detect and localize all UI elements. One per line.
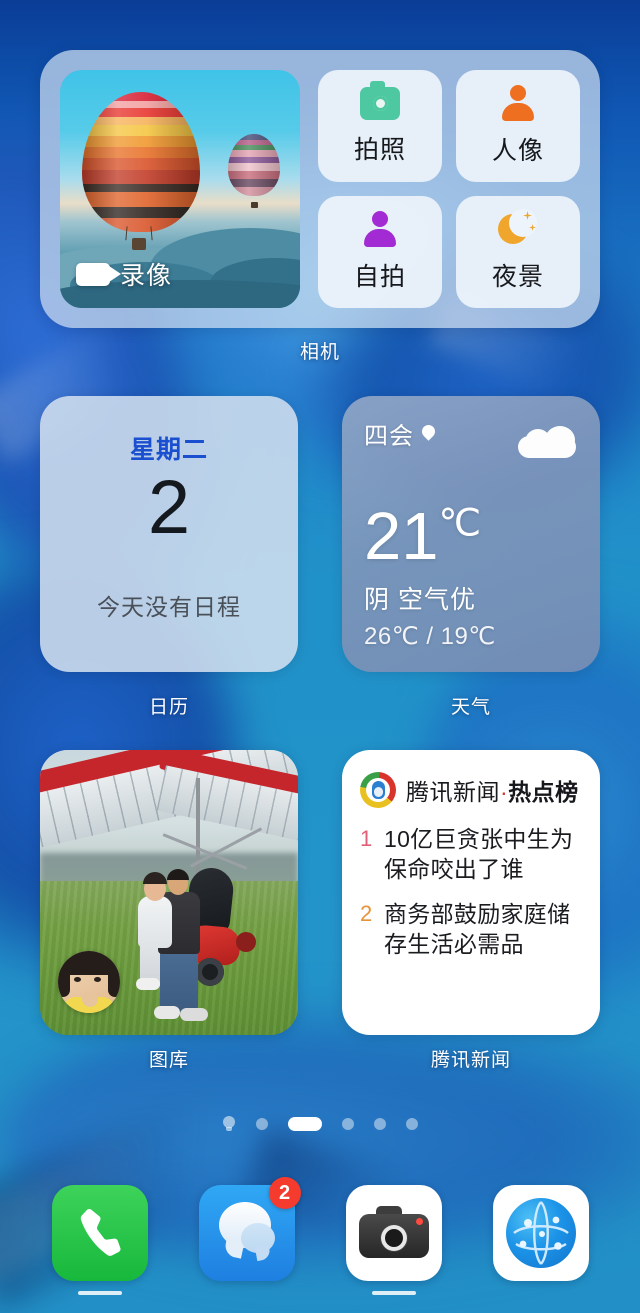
camera-led-icon: [415, 1218, 423, 1225]
weather-widget[interactable]: 四会 21℃ 阴 空气优 26℃ / 19℃: [342, 396, 600, 672]
camera-shortcut-selfie[interactable]: 自拍: [318, 196, 442, 308]
calendar-weekday: 星期二: [129, 436, 208, 464]
person-icon: [499, 85, 537, 121]
dock: 2: [0, 1177, 640, 1295]
home-screen: 录像 拍照 人像 自拍 夜景 相机 星期二 2 今天没有日程 日历 四会 21℃…: [0, 0, 640, 1313]
camera-widget-label: 相机: [299, 342, 340, 363]
balloon-basket: [132, 238, 146, 250]
glider-mast: [196, 778, 200, 883]
globe-icon: [505, 1198, 576, 1268]
video-shortcut-label: 录像: [120, 262, 173, 290]
weather-city: 四会: [364, 423, 414, 450]
news-list-item[interactable]: 1 10亿巨贪张中生为保命咬出了谁: [360, 824, 582, 885]
gallery-widget-label: 图库: [148, 1050, 189, 1071]
dock-app-browser[interactable]: [492, 1185, 589, 1281]
man-jeans: [160, 950, 198, 1012]
news-header: 腾讯新闻·热点榜: [360, 772, 582, 808]
camera-lens-icon: [380, 1225, 407, 1251]
moon-stars-icon: [498, 209, 538, 247]
page-indicator[interactable]: [0, 1116, 640, 1132]
trike-wheel: [196, 958, 224, 986]
tencent-news-logo-icon: [360, 772, 396, 808]
news-title-bold: 热点榜: [508, 779, 579, 805]
gallery-widget[interactable]: [40, 750, 298, 1035]
news-title-main: 腾讯新闻: [406, 779, 500, 805]
dock-app-phone[interactable]: [51, 1185, 148, 1295]
page-dot-active[interactable]: [288, 1117, 322, 1131]
camera-shortcut-grid: 拍照 人像 自拍 夜景: [318, 70, 580, 308]
news-header-title: 腾讯新闻·热点榜: [406, 773, 579, 807]
video-shortcut[interactable]: 录像: [76, 256, 172, 292]
app-open-indicator: [77, 1291, 122, 1295]
calendar-note: 今天没有日程: [97, 594, 241, 620]
browser-app-icon[interactable]: [492, 1185, 589, 1281]
weather-condition: 阴 空气优: [364, 586, 476, 614]
camera-shortcut-night-label: 夜景: [491, 263, 544, 291]
video-camera-icon: [76, 262, 121, 286]
penguin-icon: [372, 781, 385, 799]
phone-app-icon[interactable]: [51, 1185, 148, 1281]
message-bubble-icon: [240, 1223, 275, 1253]
weather-range: 26℃ / 19℃: [364, 623, 496, 650]
trike-wheel: [236, 932, 256, 952]
man-shoe: [180, 1008, 208, 1021]
calendar-widget-label: 日历: [148, 697, 189, 718]
weather-temperature-value: 21: [364, 499, 439, 574]
dock-app-messages[interactable]: 2: [198, 1177, 301, 1281]
camera-widget[interactable]: 录像 拍照 人像 自拍 夜景: [40, 50, 600, 328]
camera-shortcut-photo-label: 拍照: [353, 135, 406, 164]
calendar-date: 2: [147, 465, 191, 550]
calendar-widget[interactable]: 星期二 2 今天没有日程: [40, 396, 298, 672]
phone-handset-icon: [69, 1203, 130, 1264]
news-title-separator: ·: [500, 779, 509, 805]
balloon-basket-small: [251, 202, 258, 208]
page-dot[interactable]: [406, 1118, 418, 1130]
news-list: 1 10亿巨贪张中生为保命咬出了谁 2 商务部鼓励家庭储存生活必需品: [360, 824, 582, 959]
camera-preview-image[interactable]: 录像: [60, 70, 300, 308]
camera-icon: [360, 80, 400, 120]
camera-shortcut-photo[interactable]: 拍照: [318, 70, 442, 182]
man-shoe: [154, 1006, 180, 1019]
news-rank: 1: [360, 826, 373, 851]
weather-temperature-unit: ℃: [438, 502, 482, 545]
camera-shortcut-night[interactable]: 夜景: [456, 196, 580, 308]
news-widget[interactable]: 腾讯新闻·热点榜 1 10亿巨贪张中生为保命咬出了谁 2 商务部鼓励家庭储存生活…: [342, 750, 600, 1035]
news-headline: 商务部鼓励家庭储存生活必需品: [384, 900, 571, 958]
news-rank: 2: [360, 900, 373, 926]
camera-shortcut-portrait-label: 人像: [491, 137, 544, 165]
page-dot[interactable]: [374, 1118, 386, 1130]
cloud-icon: [518, 426, 578, 458]
notification-badge: 2: [268, 1177, 301, 1209]
weather-temperature: 21℃: [364, 503, 578, 570]
news-widget-label: 腾讯新闻: [430, 1050, 511, 1071]
smart-assistant-bulb-icon[interactable]: [222, 1116, 236, 1132]
child-torso: [138, 896, 172, 948]
news-headline: 10亿巨贪张中生为保命咬出了谁: [384, 826, 574, 883]
app-open-indicator: [371, 1291, 416, 1295]
child-shoe: [136, 978, 160, 990]
hot-air-balloon-large: [82, 92, 200, 232]
camera-shortcut-selfie-label: 自拍: [353, 263, 406, 291]
face-thumbnail[interactable]: [58, 951, 120, 1013]
hot-air-balloon-small: [228, 134, 280, 196]
dock-app-camera[interactable]: [345, 1185, 442, 1295]
news-list-item[interactable]: 2 商务部鼓励家庭储存生活必需品: [360, 899, 582, 960]
camera-app-icon[interactable]: [345, 1185, 442, 1281]
location-pin-icon: [422, 425, 435, 443]
page-dot[interactable]: [342, 1118, 354, 1130]
person-icon: [361, 211, 399, 247]
weather-widget-label: 天气: [450, 697, 491, 718]
camera-shortcut-portrait[interactable]: 人像: [456, 70, 580, 182]
page-dot[interactable]: [256, 1118, 268, 1130]
messages-app-icon[interactable]: 2: [198, 1177, 301, 1281]
